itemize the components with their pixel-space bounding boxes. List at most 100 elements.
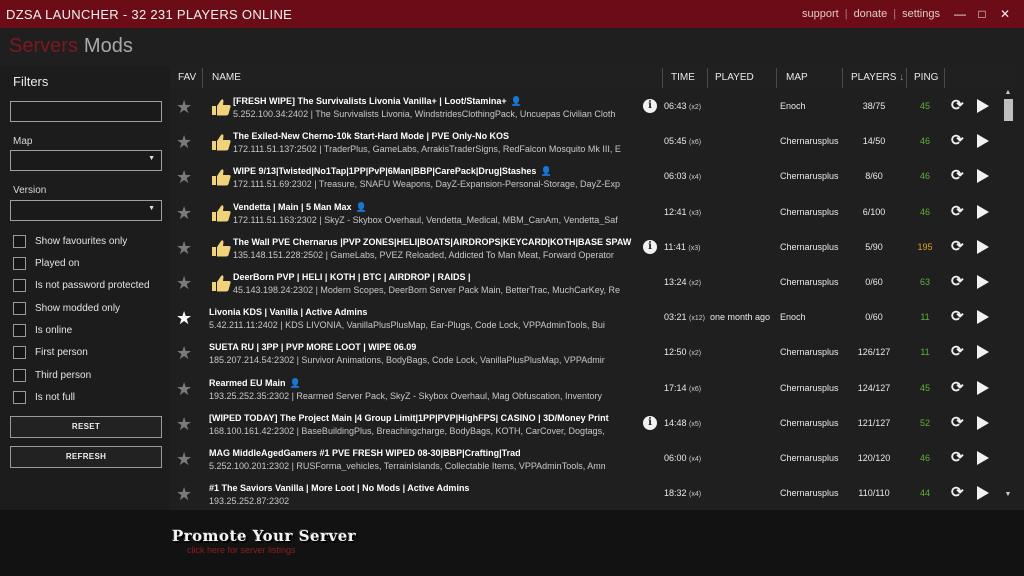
favourite-star-icon[interactable]: ★ — [176, 204, 192, 222]
column-name[interactable]: NAME — [212, 72, 241, 83]
checkbox-third-person[interactable]: Third person — [13, 367, 91, 383]
promote-title[interactable]: Promote Your Server — [172, 527, 356, 545]
checkbox-show-modded-only[interactable]: Show modded only — [13, 300, 120, 316]
play-icon[interactable] — [977, 275, 989, 289]
server-row[interactable]: ★ [FRESH WIPE] The Survivalists Livonia V… — [170, 90, 1002, 125]
checkbox-label: First person — [35, 346, 88, 358]
server-row[interactable]: ★ [WIPED TODAY] The Project Main |4 Group… — [170, 407, 1002, 442]
checkbox-box[interactable] — [13, 301, 26, 315]
scroll-down-arrow-icon[interactable]: ▼ — [1003, 491, 1013, 499]
tab-mods[interactable]: Mods — [84, 35, 133, 57]
checkbox-is-online[interactable]: Is online — [13, 322, 72, 338]
server-row[interactable]: ★ Rearmed EU Main 👤 193.25.252.35:2302 | Re… — [170, 372, 1002, 407]
server-row[interactable]: ★ SUETA RU | 3PP | PVP MORE LOOT | WIPE 0… — [170, 336, 1002, 371]
checkbox-show-favourites-only[interactable]: Show favourites only — [13, 233, 127, 249]
refresh-icon[interactable]: ⟳ — [951, 204, 964, 220]
refresh-icon[interactable]: ⟳ — [951, 168, 964, 184]
checkbox-box[interactable] — [13, 323, 26, 337]
favourite-star-icon[interactable]: ★ — [176, 309, 192, 327]
donate-link[interactable]: donate — [854, 8, 888, 20]
checkbox-box[interactable] — [13, 390, 26, 404]
checkbox-box[interactable] — [13, 234, 26, 248]
favourite-star-icon[interactable]: ★ — [176, 274, 192, 292]
checkbox-box[interactable] — [13, 278, 26, 292]
play-icon[interactable] — [977, 486, 989, 500]
favourite-star-icon[interactable]: ★ — [176, 485, 192, 503]
favourite-star-icon[interactable]: ★ — [176, 380, 192, 398]
refresh-icon[interactable]: ⟳ — [951, 344, 964, 360]
time-multiplier: (x4) — [689, 491, 702, 498]
checkbox-played-on[interactable]: Played on — [13, 255, 79, 271]
favourite-star-icon[interactable]: ★ — [176, 98, 192, 116]
maximize-icon[interactable]: □ — [972, 4, 992, 24]
support-link[interactable]: support — [802, 8, 839, 20]
refresh-icon[interactable]: ⟳ — [951, 98, 964, 114]
play-icon[interactable] — [977, 416, 989, 430]
checkbox-box[interactable] — [13, 256, 26, 270]
scroll-up-arrow-icon[interactable]: ▲ — [1003, 89, 1013, 97]
info-icon[interactable]: i — [643, 240, 657, 254]
reset-button[interactable]: RESET — [10, 416, 162, 438]
info-icon[interactable]: i — [643, 416, 657, 430]
refresh-icon[interactable]: ⟳ — [951, 450, 964, 466]
refresh-icon[interactable]: ⟳ — [951, 380, 964, 396]
column-ping[interactable]: PING — [914, 72, 938, 83]
refresh-icon[interactable]: ⟳ — [951, 239, 964, 255]
version-select[interactable]: ▼ — [10, 200, 162, 221]
play-icon[interactable] — [977, 134, 989, 148]
favourite-star-icon[interactable]: ★ — [176, 344, 192, 362]
favourite-star-icon[interactable]: ★ — [176, 415, 192, 433]
server-table-header: FAV NAME TIME PLAYED MAP PLAYERS ↓ PING — [170, 66, 1018, 88]
scrollbar-thumb[interactable] — [1004, 99, 1013, 121]
promote-banner[interactable]: Promote Your Server click here for serve… — [0, 510, 1024, 576]
checkbox-box[interactable] — [13, 345, 26, 359]
promote-subtitle[interactable]: click here for server listings — [187, 545, 296, 555]
play-icon[interactable] — [977, 205, 989, 219]
settings-link[interactable]: settings — [902, 8, 940, 20]
play-icon[interactable] — [977, 345, 989, 359]
column-fav[interactable]: FAV — [178, 72, 196, 83]
play-icon[interactable] — [977, 451, 989, 465]
tab-servers[interactable]: Servers — [9, 35, 78, 57]
checkbox-is-not-full[interactable]: Is not full — [13, 389, 75, 405]
column-time[interactable]: TIME — [671, 72, 695, 83]
server-row[interactable]: ★ Livonia KDS | Vanilla | Active Admins 5.… — [170, 301, 1002, 336]
info-icon[interactable]: i — [643, 99, 657, 113]
play-icon[interactable] — [977, 381, 989, 395]
refresh-button[interactable]: REFRESH — [10, 446, 162, 468]
refresh-icon[interactable]: ⟳ — [951, 274, 964, 290]
favourite-star-icon[interactable]: ★ — [176, 168, 192, 186]
close-icon[interactable]: ✕ — [995, 4, 1015, 24]
column-played[interactable]: PLAYED — [715, 72, 754, 83]
refresh-icon[interactable]: ⟳ — [951, 309, 964, 325]
server-row[interactable]: ★ DeerBorn PVP | HELI | KOTH | BTC | AIRD… — [170, 266, 1002, 301]
server-row[interactable]: ★ The Exiled-New Cherno-10k Start-Hard Mo… — [170, 125, 1002, 160]
column-players[interactable]: PLAYERS ↓ — [851, 72, 904, 83]
favourite-star-icon[interactable]: ★ — [176, 239, 192, 257]
checkbox-box[interactable] — [13, 368, 26, 382]
server-row[interactable]: ★ Vendetta | Main | 5 Man Max 👤 172.111.51.… — [170, 196, 1002, 231]
refresh-icon[interactable]: ⟳ — [951, 133, 964, 149]
refresh-icon[interactable]: ⟳ — [951, 415, 964, 431]
server-row[interactable]: ★ The Wall PVE Chernarus |PVP ZONES|HELI|… — [170, 231, 1002, 266]
play-icon[interactable] — [977, 310, 989, 324]
time-multiplier: (x3) — [689, 210, 702, 217]
checkbox-first-person[interactable]: First person — [13, 344, 88, 360]
favourite-star-icon[interactable]: ★ — [176, 133, 192, 151]
server-row[interactable]: ★ #1 The Saviors Vanilla | More Loot | No… — [170, 477, 1002, 506]
play-icon[interactable] — [977, 99, 989, 113]
search-input[interactable] — [10, 101, 162, 122]
column-map[interactable]: MAP — [786, 72, 808, 83]
favourite-star-icon[interactable]: ★ — [176, 450, 192, 468]
server-row[interactable]: ★ WIPE 9/13|Twisted|No1Tap|1PP|PvP|6Man|B… — [170, 160, 1002, 195]
play-icon[interactable] — [977, 240, 989, 254]
refresh-icon[interactable]: ⟳ — [951, 485, 964, 501]
map-select[interactable]: ▼ — [10, 150, 162, 171]
play-icon[interactable] — [977, 169, 989, 183]
server-ping: 46 — [919, 136, 930, 146]
server-time-value: 06:03 — [664, 171, 687, 181]
minimize-icon[interactable]: — — [950, 4, 970, 24]
server-row[interactable]: ★ MAG MiddleAgedGamers #1 PVE FRESH WIPED… — [170, 442, 1002, 477]
checkbox-not-password-protected[interactable]: Is not password protected — [13, 277, 150, 293]
server-players: 124/127 — [857, 383, 891, 393]
